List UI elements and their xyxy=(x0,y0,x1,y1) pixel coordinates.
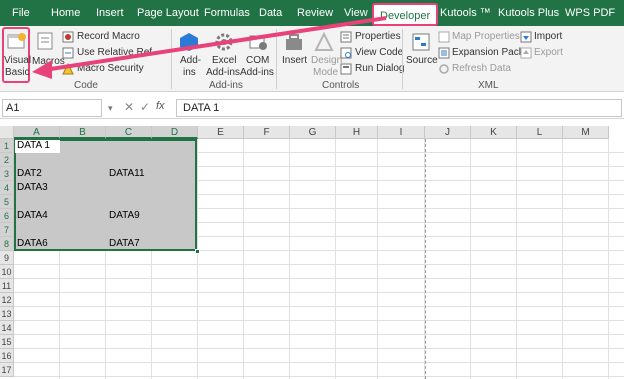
row-header[interactable]: 16 xyxy=(0,349,14,363)
cell-a3[interactable]: DAT2 xyxy=(17,168,42,179)
insert-function-icon[interactable]: fx xyxy=(156,100,165,112)
column-header[interactable]: K xyxy=(471,126,517,139)
column-gridline xyxy=(516,139,517,379)
column-gridline xyxy=(377,139,378,379)
formula-bar: A1 ▾ ✕ ✓ fx DATA 1 xyxy=(0,97,624,119)
column-header[interactable]: C xyxy=(106,126,152,139)
name-box[interactable]: A1 xyxy=(2,99,102,117)
name-box-dropdown-icon[interactable]: ▾ xyxy=(108,103,113,114)
row-header[interactable]: 8 xyxy=(0,237,14,251)
row-header[interactable]: 12 xyxy=(0,293,14,307)
column-gridline xyxy=(335,139,336,379)
column-gridline xyxy=(289,139,290,379)
row-header[interactable]: 1 xyxy=(0,139,14,153)
column-header[interactable]: M xyxy=(563,126,609,139)
column-header[interactable]: J xyxy=(425,126,471,139)
column-gridline xyxy=(608,139,609,379)
row-header[interactable]: 7 xyxy=(0,223,14,237)
column-header[interactable]: A xyxy=(14,126,60,139)
column-gridline xyxy=(243,139,244,379)
column-header[interactable]: L xyxy=(517,126,563,139)
cell-a1[interactable]: DATA 1 xyxy=(17,140,50,151)
cell-c8[interactable]: DATA7 xyxy=(109,238,140,249)
column-gridline xyxy=(470,139,471,379)
select-all-button[interactable] xyxy=(0,126,14,139)
row-header[interactable]: 17 xyxy=(0,363,14,377)
row-header[interactable]: 6 xyxy=(0,209,14,223)
column-header[interactable]: H xyxy=(336,126,378,139)
column-gridline xyxy=(562,139,563,379)
formula-input[interactable]: DATA 1 xyxy=(176,99,622,117)
page-break-line xyxy=(425,139,426,379)
fill-handle[interactable] xyxy=(195,249,200,254)
row-header[interactable]: 5 xyxy=(0,195,14,209)
enter-icon[interactable]: ✓ xyxy=(140,100,150,114)
row-header[interactable]: 13 xyxy=(0,307,14,321)
cell-a8[interactable]: DATA6 xyxy=(17,238,48,249)
column-header[interactable]: E xyxy=(198,126,244,139)
column-header[interactable]: D xyxy=(152,126,198,139)
row-header[interactable]: 15 xyxy=(0,335,14,349)
selected-range[interactable] xyxy=(14,139,197,251)
cell-c6[interactable]: DATA9 xyxy=(109,210,140,221)
row-header[interactable]: 4 xyxy=(0,181,14,195)
row-header[interactable]: 2 xyxy=(0,153,14,167)
column-header[interactable]: G xyxy=(290,126,336,139)
row-header[interactable]: 9 xyxy=(0,251,14,265)
column-header[interactable]: F xyxy=(244,126,290,139)
row-header[interactable]: 11 xyxy=(0,279,14,293)
worksheet-grid[interactable]: ABCDEFGHIJKLM 1 2 3 4 5 6 7 8 9 10 11 12 13 14 15 16 17 … xyxy=(0,126,624,379)
cell-a6[interactable]: DATA4 xyxy=(17,210,48,221)
cancel-icon[interactable]: ✕ xyxy=(124,100,134,114)
annotation-arrow xyxy=(32,16,387,79)
cell-c3[interactable]: DATA11 xyxy=(109,168,145,179)
row-header[interactable]: 3 xyxy=(0,167,14,181)
row-header[interactable]: 10 xyxy=(0,265,14,279)
column-header[interactable]: I xyxy=(378,126,425,139)
column-gridline xyxy=(197,139,198,379)
column-header[interactable]: B xyxy=(60,126,106,139)
cell-a4[interactable]: DATA3 xyxy=(17,182,48,193)
row-header[interactable]: 14 xyxy=(0,321,14,335)
